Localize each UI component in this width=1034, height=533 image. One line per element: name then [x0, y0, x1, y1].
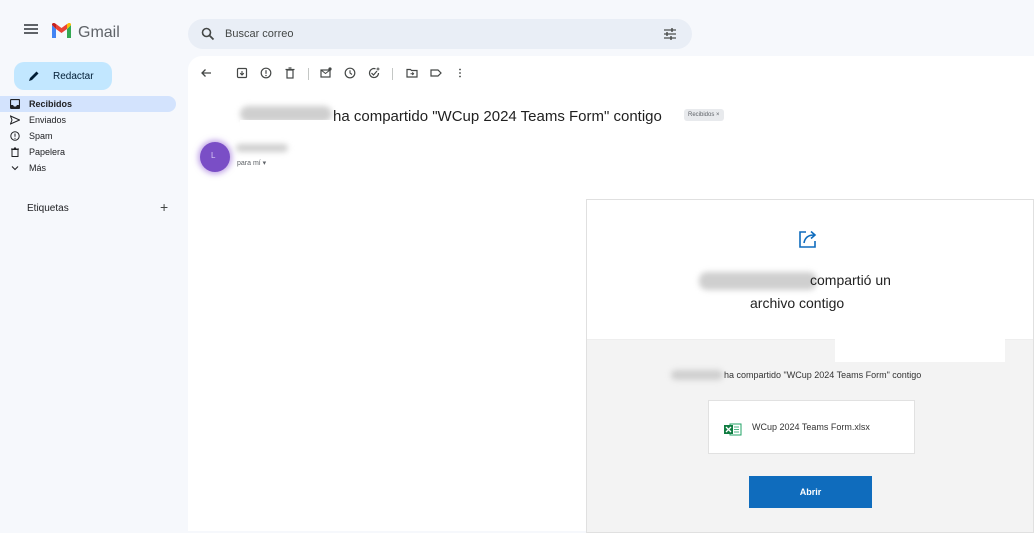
- share-card-description: ha compartido "WCup 2024 Teams Form" con…: [724, 370, 922, 380]
- message-view: ha compartido "WCup 2024 Teams Form" con…: [188, 56, 1034, 533]
- report-icon[interactable]: [260, 67, 272, 79]
- redacted-sharer-inline: [671, 370, 723, 380]
- toolbar-divider: [308, 68, 309, 80]
- email-subject: ha compartido "WCup 2024 Teams Form" con…: [333, 108, 662, 125]
- share-notification-card: compartió un archivo contigo ha comparti…: [586, 199, 1034, 533]
- back-icon[interactable]: [200, 67, 212, 79]
- message-toolbar: [188, 62, 588, 84]
- app-name: Gmail: [78, 24, 120, 41]
- snooze-icon[interactable]: [344, 67, 356, 79]
- sidebar-item-spam[interactable]: Spam: [0, 128, 180, 144]
- delete-icon[interactable]: [284, 67, 296, 79]
- sidebar-item-enviados[interactable]: Enviados: [0, 112, 180, 128]
- inbox-icon: [10, 99, 20, 109]
- sidebar-item-recibidos[interactable]: Recibidos: [0, 96, 176, 112]
- trash-icon: [11, 147, 19, 157]
- share-card-title-line1: compartió un: [810, 272, 891, 288]
- sidebar-item-label: Más: [29, 163, 47, 173]
- send-icon: [10, 115, 20, 125]
- pencil-icon: [29, 71, 39, 81]
- tune-icon[interactable]: [663, 27, 677, 41]
- avatar-initial: L: [211, 151, 216, 160]
- toolbar-divider: [392, 68, 393, 80]
- chevron-down-icon: [11, 166, 19, 171]
- sidebar-item-mas[interactable]: Más: [0, 160, 180, 176]
- labels-header: Etiquetas: [27, 203, 69, 214]
- spam-icon: [10, 131, 20, 141]
- label-icon[interactable]: [430, 67, 442, 79]
- top-bar: Gmail: [0, 0, 1034, 56]
- gmail-logo-icon[interactable]: [52, 23, 71, 38]
- share-card-header: compartió un archivo contigo: [587, 200, 1033, 340]
- redacted-sharer-name: [699, 272, 817, 290]
- sidebar-item-label: Recibidos: [29, 99, 73, 109]
- more-vert-icon[interactable]: [454, 67, 466, 79]
- attached-file-name: WCup 2024 Teams Form.xlsx: [752, 422, 870, 432]
- search-input[interactable]: [225, 25, 645, 43]
- recipient-toggle[interactable]: para mí ▾: [237, 159, 266, 167]
- sidebar-item-label: Enviados: [29, 115, 67, 125]
- share-card-title-line2: archivo contigo: [750, 295, 845, 311]
- sidebar-item-label: Spam: [29, 131, 53, 141]
- sidebar-item-papelera[interactable]: Papelera: [0, 144, 180, 160]
- move-to-icon[interactable]: [406, 67, 418, 79]
- compose-label: Redactar: [53, 70, 94, 82]
- search-icon[interactable]: [201, 27, 215, 41]
- redaction-patch: [835, 338, 1005, 362]
- share-card-body: ha compartido "WCup 2024 Teams Form" con…: [587, 338, 1033, 532]
- share-arrow-icon: [799, 230, 817, 248]
- sender-avatar[interactable]: L: [200, 142, 230, 172]
- plus-icon[interactable]: +: [160, 199, 168, 215]
- redacted-sender-display: [236, 144, 288, 152]
- sidebar-nav: Recibidos Enviados Spam Papelera Más: [0, 96, 180, 176]
- inbox-label-chip[interactable]: Recibidos ×: [684, 109, 724, 121]
- sidebar-item-label: Papelera: [29, 147, 66, 157]
- mark-unread-icon[interactable]: [320, 67, 332, 79]
- archive-icon[interactable]: [236, 67, 248, 79]
- hamburger-icon[interactable]: [24, 24, 38, 34]
- attached-file-tile[interactable]: WCup 2024 Teams Form.xlsx: [708, 400, 915, 454]
- excel-file-icon: [724, 423, 742, 436]
- add-task-icon[interactable]: [368, 67, 380, 79]
- redaction-patch: [240, 120, 335, 130]
- compose-button[interactable]: Redactar: [14, 62, 112, 90]
- open-file-button[interactable]: Abrir: [749, 476, 872, 508]
- search-bar[interactable]: [188, 19, 692, 49]
